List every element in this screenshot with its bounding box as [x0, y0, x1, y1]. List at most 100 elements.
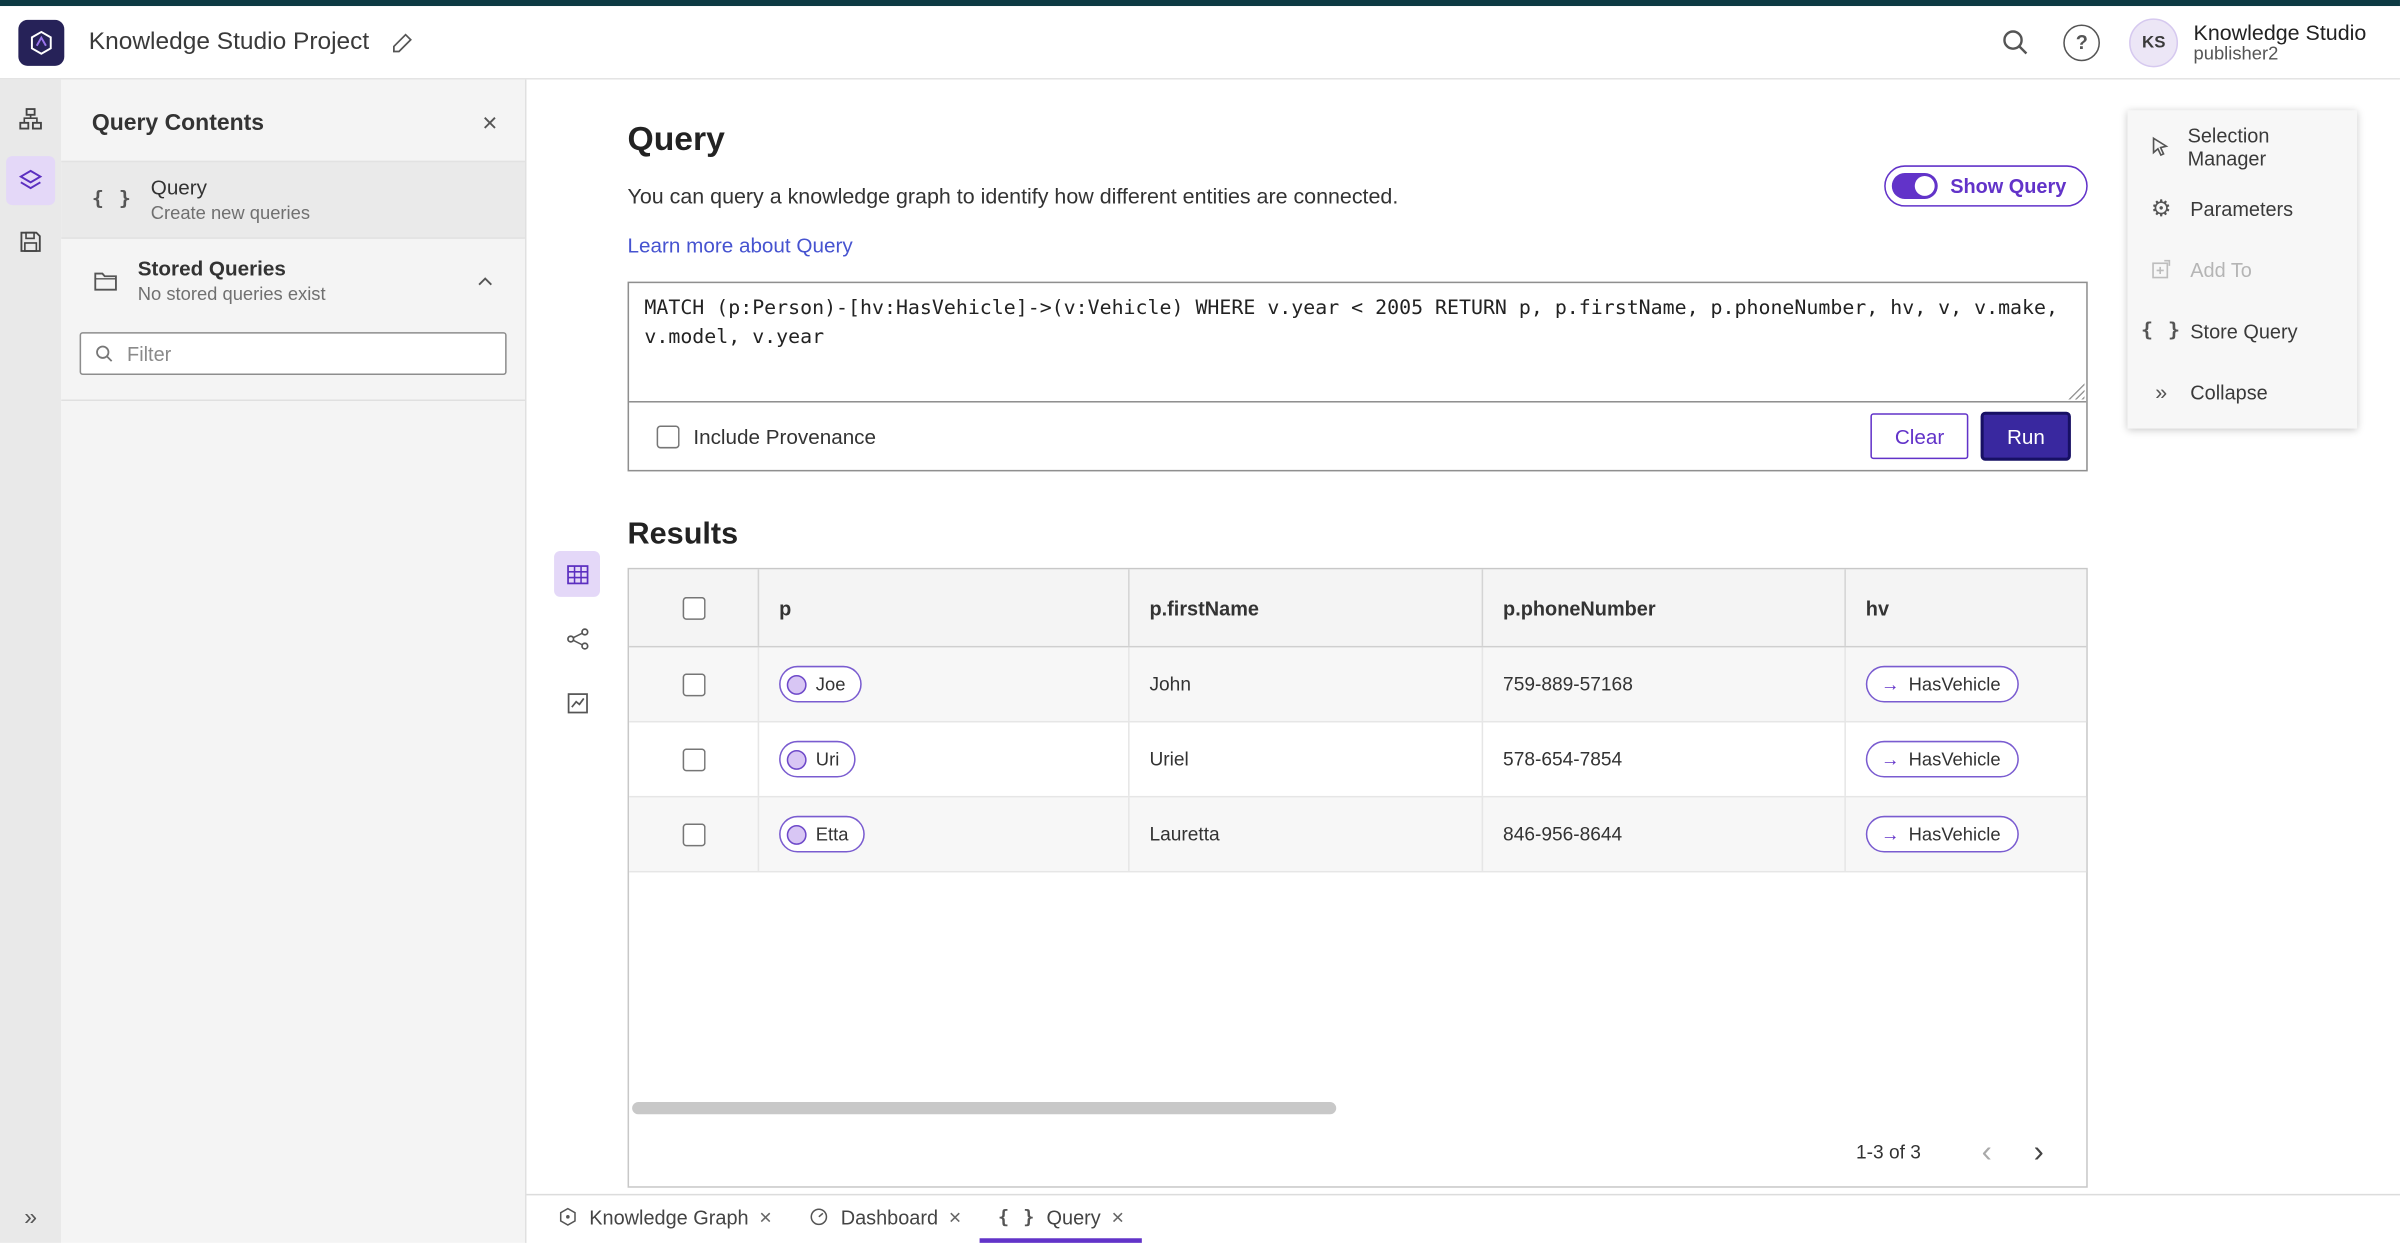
model-tree-icon[interactable] — [6, 95, 55, 144]
cell-phone: 759-889-57168 — [1483, 647, 1846, 721]
node-icon — [786, 674, 807, 695]
query-textarea[interactable]: MATCH (p:Person)-[hv:HasVehicle]->(v:Veh… — [629, 283, 2087, 394]
chart-view-icon[interactable] — [554, 680, 600, 726]
user-block: Knowledge Studio publisher2 — [2194, 19, 2367, 65]
tab-label: Knowledge Graph — [589, 1205, 749, 1229]
layers-icon[interactable] — [6, 156, 56, 206]
query-editor-box: MATCH (p:Person)-[hv:HasVehicle]->(v:Veh… — [627, 281, 2088, 472]
clear-button[interactable]: Clear — [1870, 413, 1969, 460]
collapse-item[interactable]: » Collapse — [2128, 361, 2358, 422]
results-table: p p.firstName p.phoneNumber hv Joe John … — [627, 567, 2088, 1188]
stored-queries-subtitle: No stored queries exist — [137, 283, 326, 305]
edge-pill[interactable]: → HasVehicle — [1865, 665, 2019, 703]
sidebar-header: Query Contents × — [61, 80, 525, 161]
arrow-right-icon: → — [1881, 748, 1900, 770]
collapse-icon: » — [2155, 379, 2168, 405]
search-icon[interactable] — [1988, 16, 2040, 68]
include-provenance-checkbox[interactable] — [656, 424, 680, 448]
previous-page-icon[interactable]: ‹ — [1961, 1127, 2013, 1179]
run-button[interactable]: Run — [1980, 411, 2071, 461]
expand-rail-icon[interactable]: » — [0, 1205, 61, 1231]
close-tab-icon[interactable]: × — [1111, 1206, 1124, 1227]
user-role: publisher2 — [2193, 42, 2279, 64]
include-provenance-label: Include Provenance — [693, 424, 877, 448]
query-contents-panel: Query Contents × { } Query Create new qu… — [61, 79, 527, 1243]
column-header-p[interactable]: p — [759, 569, 1130, 646]
user-name: Knowledge Studio — [2193, 19, 2367, 44]
store-query-item[interactable]: { } Store Query — [2128, 300, 2358, 361]
main-area: Query You can query a knowledge graph to… — [526, 79, 2400, 1194]
node-pill[interactable]: Uri — [779, 740, 857, 778]
top-bar: Knowledge Studio Project ? KS Knowledge … — [0, 6, 2400, 80]
close-tab-icon[interactable]: × — [949, 1206, 962, 1227]
query-item-subtitle: Create new queries — [150, 202, 311, 224]
arrow-right-icon: → — [1881, 673, 1900, 695]
store-query-label: Store Query — [2190, 319, 2298, 343]
stored-queries-section[interactable]: Stored Queries No stored queries exist — [61, 239, 525, 320]
edge-label: HasVehicle — [1908, 673, 2001, 695]
parameters-item[interactable]: ⚙ Parameters — [2128, 178, 2358, 239]
edge-pill[interactable]: → HasVehicle — [1865, 740, 2019, 778]
node-icon — [786, 824, 807, 845]
selection-manager-item[interactable]: Selection Manager — [2128, 116, 2358, 177]
row-checkbox[interactable] — [681, 822, 705, 846]
tab-dashboard[interactable]: Dashboard × — [790, 1195, 979, 1242]
node-pill[interactable]: Joe — [779, 665, 863, 703]
chevron-up-icon[interactable] — [473, 269, 497, 293]
dashboard-icon — [810, 1208, 828, 1226]
selection-cursor-icon — [2147, 135, 2172, 159]
add-to-icon — [2147, 257, 2175, 281]
tab-query[interactable]: { } Query × — [979, 1195, 1143, 1243]
select-all-checkbox[interactable] — [681, 596, 705, 620]
edit-title-icon[interactable] — [391, 30, 415, 54]
cell-firstname: Lauretta — [1130, 797, 1484, 871]
close-tab-icon[interactable]: × — [759, 1206, 772, 1227]
add-to-item: Add To — [2128, 239, 2358, 300]
node-icon — [786, 749, 807, 770]
horizontal-scrollbar — [629, 1097, 2086, 1118]
cell-phone: 846-956-8644 — [1483, 797, 1846, 871]
braces-icon: { } — [91, 188, 133, 212]
help-icon[interactable]: ? — [2056, 16, 2108, 68]
add-to-label: Add To — [2190, 257, 2252, 281]
pagination-label: 1-3 of 3 — [1856, 1141, 1921, 1164]
row-checkbox[interactable] — [681, 747, 705, 771]
scrollbar-thumb[interactable] — [632, 1102, 1337, 1115]
node-pill[interactable]: Etta — [779, 815, 866, 853]
include-provenance-row: Include Provenance — [656, 424, 877, 448]
sidebar-item-query[interactable]: { } Query Create new queries — [61, 160, 525, 239]
show-query-toggle[interactable]: Show Query — [1884, 165, 2088, 207]
table-view-icon[interactable] — [554, 551, 600, 597]
learn-more-link[interactable]: Learn more about Query — [628, 234, 853, 257]
column-header-hv[interactable]: hv — [1846, 569, 2086, 646]
cell-firstname: Uriel — [1130, 722, 1484, 796]
close-panel-icon[interactable]: × — [482, 110, 497, 136]
graph-view-icon[interactable] — [554, 615, 600, 661]
save-icon[interactable] — [6, 217, 55, 266]
filter-wrap — [61, 320, 525, 402]
edge-pill[interactable]: → HasVehicle — [1865, 815, 2019, 853]
edge-label: HasVehicle — [1908, 748, 2001, 770]
pagination-row: 1-3 of 3 ‹ › — [629, 1119, 2086, 1186]
double-chevron-glyph: » — [24, 1204, 37, 1231]
cell-firstname: John — [1130, 647, 1484, 721]
edge-label: HasVehicle — [1908, 823, 2001, 845]
filter-input[interactable] — [123, 340, 493, 367]
project-title: Knowledge Studio Project — [88, 28, 370, 55]
cell-phone: 578-654-7854 — [1483, 722, 1846, 796]
page-description: You can query a knowledge graph to ident… — [627, 183, 1399, 209]
table-row: Etta Lauretta 846-956-8644 → HasVehicle — [629, 797, 2087, 873]
show-query-label: Show Query — [1950, 174, 2067, 198]
tab-knowledge-graph[interactable]: Knowledge Graph × — [539, 1195, 790, 1242]
column-header-phonenumber[interactable]: p.phoneNumber — [1483, 569, 1846, 646]
avatar[interactable]: KS — [2129, 17, 2179, 67]
left-icon-rail: » — [0, 79, 62, 1243]
table-row: Uri Uriel 578-654-7854 → HasVehicle — [629, 722, 2087, 798]
row-checkbox[interactable] — [681, 672, 705, 696]
node-label: Uri — [815, 748, 840, 770]
knowledge-graph-icon — [559, 1207, 576, 1226]
sidebar-title: Query Contents — [91, 110, 265, 137]
column-header-firstname[interactable]: p.firstName — [1130, 569, 1484, 646]
query-controls-row: Include Provenance Clear Run — [629, 403, 2086, 470]
next-page-icon[interactable]: › — [2013, 1127, 2065, 1179]
